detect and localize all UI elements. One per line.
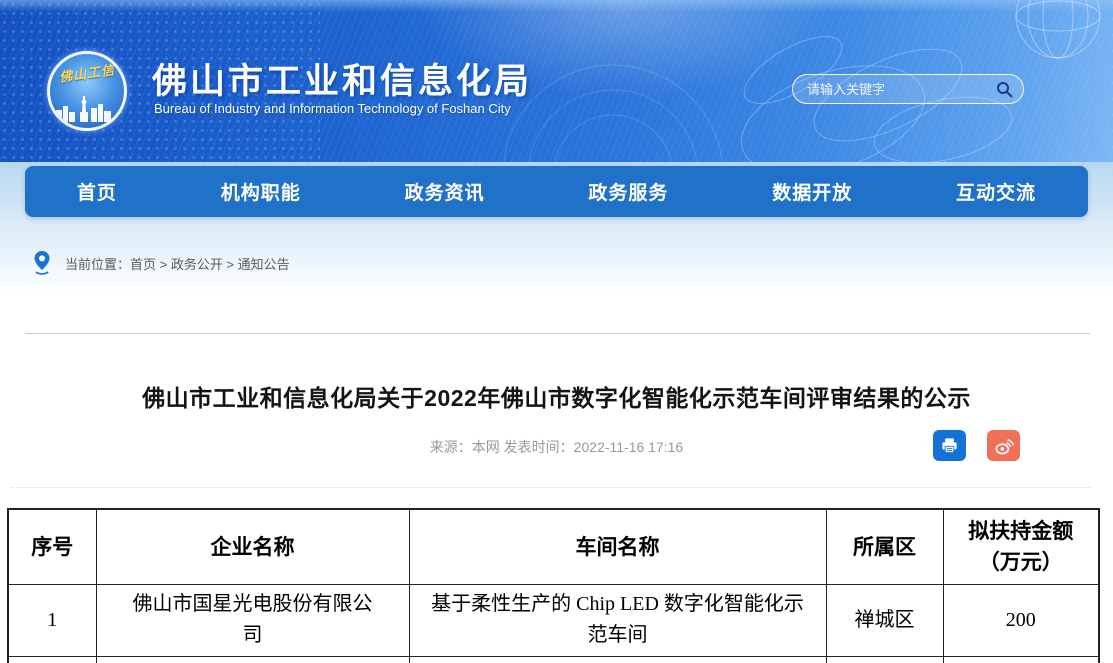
table-header-row: 序号 企业名称 车间名称 所属区 拟扶持金额 （万元）	[8, 509, 1099, 584]
nav-item-home[interactable]: 首页	[77, 178, 117, 205]
article-meta-row: 来源：本网 发表时间：2022-11-16 17:16	[0, 430, 1113, 464]
printer-icon	[940, 436, 959, 455]
site-subtitle: Bureau of Industry and Information Techn…	[154, 101, 511, 116]
cell-company-text: 佛山市国星光电股份有限公司	[128, 589, 378, 651]
search-icon	[996, 81, 1013, 98]
cell-workshop: 基于柔性生产的 Chip LED 数字化智能化示范车间	[409, 584, 826, 656]
breadcrumb: 当前位置：首页 > 政务公开 > 通知公告	[33, 250, 290, 276]
cell-workshop-text: 基于柔性生产的 Chip LED 数字化智能化示范车间	[424, 589, 812, 651]
logo-skyline-icon	[50, 96, 118, 122]
table-row: 1 佛山市国星光电股份有限公司 基于柔性生产的 Chip LED 数字化智能化示…	[8, 584, 1099, 656]
results-table: 序号 企业名称 车间名称 所属区 拟扶持金额 （万元） 1 佛山市国星光电股份有…	[7, 508, 1100, 663]
breadcrumb-text: 当前位置：首页 > 政务公开 > 通知公告	[65, 254, 290, 273]
weibo-icon	[994, 436, 1014, 456]
col-header-amount: 拟扶持金额 （万元）	[943, 509, 1099, 584]
site-title: 佛山市工业和信息化局	[152, 53, 532, 104]
page: 佛山工信 佛山市工业和信息化局 Bureau of Industry and I…	[0, 0, 1113, 663]
cell-district: 禅城区	[826, 584, 943, 656]
col-header-amount-line2: （万元）	[944, 547, 1099, 577]
col-header-seq: 序号	[8, 509, 96, 584]
dotted-divider	[10, 487, 1091, 488]
col-header-workshop: 车间名称	[409, 509, 826, 584]
table-row-partial	[8, 656, 1099, 663]
nav-item-open-data[interactable]: 数据开放	[772, 178, 852, 205]
cell-seq: 1	[8, 584, 96, 656]
section-divider	[25, 333, 1090, 334]
location-pin-icon	[33, 250, 51, 276]
search-input[interactable]	[793, 82, 992, 97]
col-header-amount-line1: 拟扶持金额	[944, 516, 1099, 546]
nav-item-news[interactable]: 政务资讯	[405, 178, 485, 205]
logo-calligraphy-text: 佛山工信	[49, 58, 125, 87]
cell-company: 佛山市国星光电股份有限公司	[96, 584, 409, 656]
main-nav: 首页 机构职能 政务资讯 政务服务 数据开放 互动交流	[25, 166, 1088, 217]
nav-item-interaction[interactable]: 互动交流	[956, 178, 1036, 205]
nav-item-functions[interactable]: 机构职能	[221, 178, 301, 205]
search-button[interactable]	[992, 81, 1023, 98]
nav-item-services[interactable]: 政务服务	[588, 178, 668, 205]
col-header-district: 所属区	[826, 509, 943, 584]
search-box[interactable]	[792, 74, 1024, 104]
weibo-share-button[interactable]	[987, 430, 1020, 461]
site-logo: 佛山工信	[47, 51, 127, 131]
col-header-company: 企业名称	[96, 509, 409, 584]
cell-amount: 200	[943, 584, 1099, 656]
print-button[interactable]	[933, 430, 966, 461]
article-title: 佛山市工业和信息化局关于2022年佛山市数字化智能化示范车间评审结果的公示	[0, 379, 1113, 413]
site-header: 佛山工信 佛山市工业和信息化局 Bureau of Industry and I…	[0, 0, 1113, 162]
